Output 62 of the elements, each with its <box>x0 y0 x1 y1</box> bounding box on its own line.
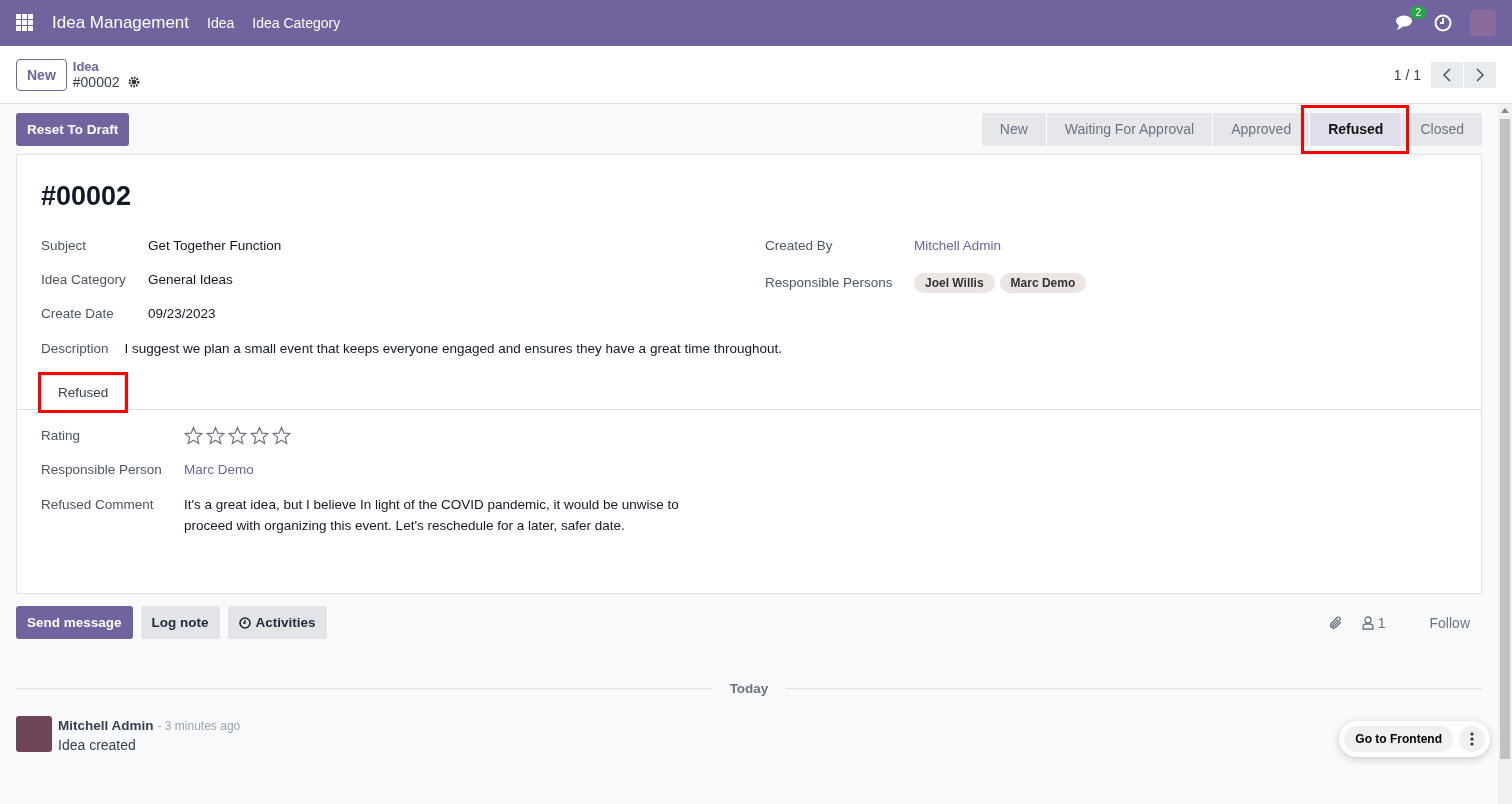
chatter-button[interactable]: Send message <box>16 606 133 639</box>
nav-menu[interactable]: Idea Category <box>252 15 341 31</box>
follower-count[interactable]: 1 <box>1377 614 1386 631</box>
new-button[interactable]: New <box>16 58 67 91</box>
previous-button[interactable] <box>1431 61 1463 88</box>
field-label: Responsible Persons <box>765 274 894 290</box>
chevron-left-icon <box>1442 67 1452 82</box>
field-value: General Ideas <box>148 271 234 287</box>
chatter-button[interactable]: Activities <box>227 606 327 639</box>
clock-icon[interactable] <box>1434 14 1452 32</box>
next-button[interactable] <box>1464 61 1496 88</box>
user-link[interactable]: Marc Demo <box>184 461 254 477</box>
app-grid-icon[interactable] <box>16 14 34 32</box>
clock-icon <box>238 616 251 629</box>
scrollbar[interactable] <box>1498 104 1512 804</box>
message-count: 2 <box>1410 6 1426 19</box>
field-value: I suggest we plan a small event that keeps everyone engaged and ensures they have a great time throughout. <box>124 340 782 356</box>
message-time: - 3 minutes ago <box>157 719 241 733</box>
star-icon[interactable] <box>272 425 291 445</box>
status-step[interactable]: Closed <box>1401 112 1482 146</box>
field-label: Create Date <box>41 305 115 321</box>
record-title: #00002 <box>41 181 133 212</box>
field-value: It's a great idea, but I believe In light of the COVID pandemic, it would be unwise to proceed with organizing this event. Let's reschedule for a later, safer date. <box>184 496 680 535</box>
field-label: Description <box>41 340 109 356</box>
go-to-frontend-button[interactable]: Go to Frontend <box>1344 726 1453 752</box>
star-icon[interactable] <box>206 425 225 445</box>
nav-menu[interactable]: Idea <box>207 15 235 31</box>
more-button[interactable] <box>1459 726 1485 752</box>
follow-link[interactable]: Follow <box>1429 614 1470 631</box>
breadcrumb-link[interactable]: Idea <box>72 59 140 74</box>
gear-icon[interactable] <box>127 76 140 88</box>
app-name[interactable]: Idea Management <box>52 13 190 33</box>
field-label: Rating <box>41 427 82 443</box>
star-icon[interactable] <box>184 425 203 445</box>
message-author[interactable]: Mitchell Admin <box>58 718 154 733</box>
notebook-tab[interactable]: Refused <box>41 375 126 410</box>
reset-to-draft-button[interactable]: Reset To Draft <box>16 112 130 146</box>
person-tag: Marc Demo <box>999 272 1087 293</box>
paperclip-icon[interactable] <box>1327 614 1344 631</box>
person-tag: Joel Willis <box>914 272 995 293</box>
vertical-dots-icon <box>1470 732 1474 746</box>
pager-value: 1 / 1 <box>1393 66 1421 83</box>
field-label: Responsible Person <box>41 461 163 477</box>
status-step[interactable]: Waiting For Approval <box>1045 112 1213 146</box>
field-label: Subject <box>41 237 88 253</box>
message-body: Idea created <box>58 737 137 753</box>
person-icon[interactable] <box>1361 615 1374 630</box>
star-icon[interactable] <box>250 425 269 445</box>
avatar-placeholder <box>16 716 52 752</box>
chatter-button[interactable]: Log note <box>140 606 220 639</box>
scroll-up-icon[interactable] <box>1501 108 1509 113</box>
date-separator: Today <box>729 681 769 696</box>
field-label: Refused Comment <box>41 496 155 514</box>
field-label: Created By <box>765 237 834 253</box>
chevron-right-icon <box>1475 67 1485 82</box>
status-step[interactable]: New <box>980 112 1046 146</box>
record-name: #00002 <box>72 74 120 90</box>
field-value: 09/23/2023 <box>148 305 217 321</box>
star-icon[interactable] <box>228 425 247 445</box>
field-label: Idea Category <box>41 271 127 287</box>
user-link[interactable]: Mitchell Admin <box>914 237 1002 253</box>
field-value: Get Together Function <box>148 237 283 253</box>
